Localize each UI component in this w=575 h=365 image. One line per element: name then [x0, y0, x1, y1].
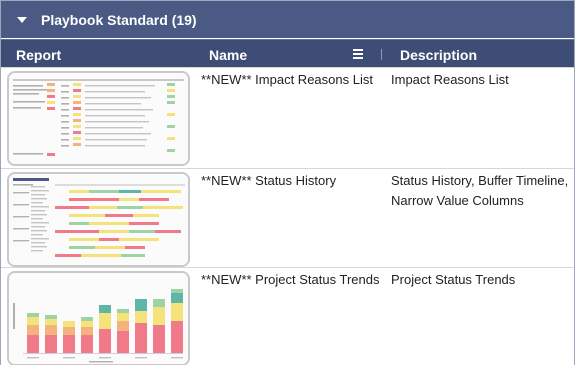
row-name[interactable]: **NEW** Project Status Trends: [201, 270, 383, 290]
report-thumbnail-impact-reasons[interactable]: [7, 71, 190, 166]
column-resize-handle[interactable]: [381, 49, 382, 60]
column-header-description[interactable]: Description: [400, 40, 477, 69]
timeline-thumbnail-graphic: [9, 174, 188, 265]
report-thumbnail-project-status-trends[interactable]: [7, 271, 190, 365]
row-name[interactable]: **NEW** Impact Reasons List: [201, 70, 383, 90]
hamburger-icon[interactable]: [353, 49, 363, 59]
row-name[interactable]: **NEW** Status History: [201, 171, 383, 191]
row-description: Status History, Buffer Timeline, Narrow …: [391, 173, 569, 208]
chevron-down-icon[interactable]: [17, 16, 27, 23]
group-title: Playbook Standard (19): [41, 11, 197, 28]
table-thumbnail-graphic: [9, 73, 188, 164]
table-row[interactable]: **NEW** Project Status Trends Project St…: [1, 267, 574, 365]
column-header-name[interactable]: Name: [209, 40, 247, 69]
group-header-playbook-standard[interactable]: Playbook Standard (19): [1, 1, 574, 38]
column-header-row: Report Name Description: [1, 39, 574, 68]
row-description: Project Status Trends: [391, 272, 516, 287]
column-header-report[interactable]: Report: [16, 40, 61, 69]
stacked-bar-thumbnail-graphic: [9, 273, 188, 364]
table-row[interactable]: **NEW** Status History Status History, B…: [1, 168, 574, 267]
report-list-panel: Playbook Standard (19) Report Name Descr…: [0, 0, 575, 365]
table-row[interactable]: **NEW** Impact Reasons List Impact Reaso…: [1, 67, 574, 168]
row-description: Impact Reasons List: [391, 72, 509, 87]
report-thumbnail-status-history[interactable]: [7, 172, 190, 267]
